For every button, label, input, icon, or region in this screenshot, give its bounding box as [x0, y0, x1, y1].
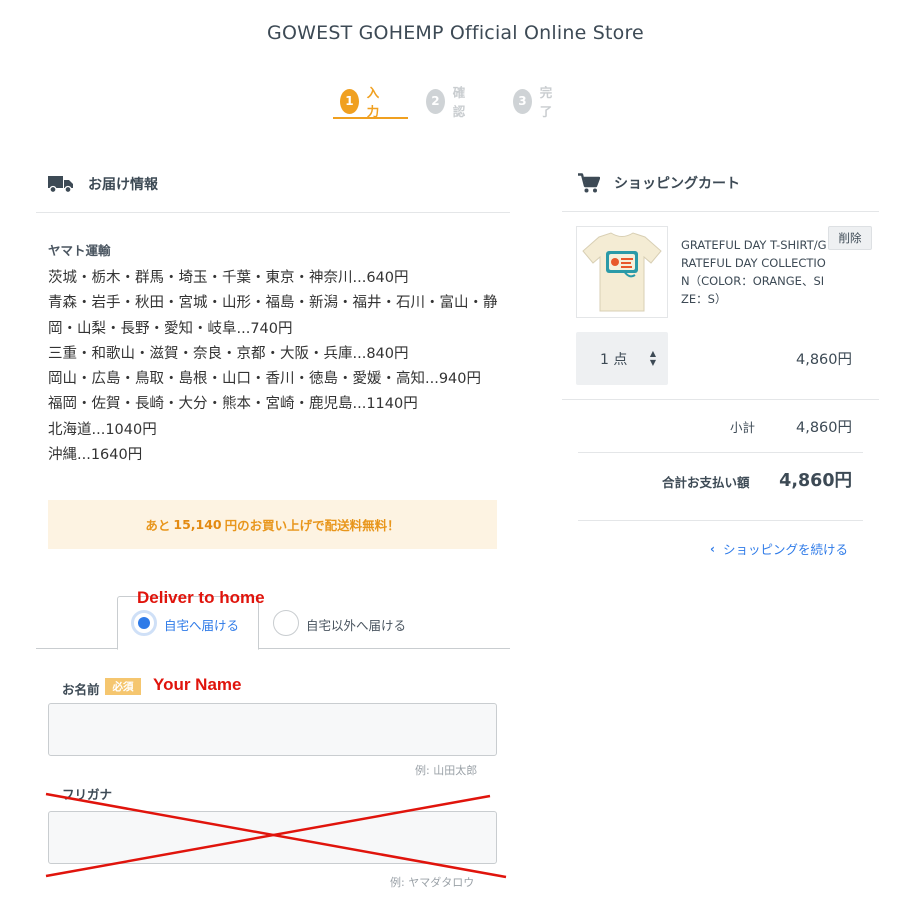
store-title: GOWEST GOHEMP Official Online Store	[267, 22, 644, 44]
tab-deliver-home-label[interactable]: 自宅へ届ける	[164, 615, 239, 634]
annotation-your-name: Your Name	[153, 675, 242, 694]
chevron-left-icon: ‹	[710, 541, 715, 556]
step-complete: 3 完了	[513, 85, 559, 119]
required-badge: 必須	[105, 678, 141, 695]
annotation-deliver-to-home: Deliver to home	[137, 588, 265, 607]
rate-line: 三重・和歌山・滋賀・奈良・京都・大阪・兵庫...840円	[48, 345, 409, 362]
rate-line: 岡山・広島・鳥取・島根・山口・香川・徳島・愛媛・高知...940円	[48, 371, 482, 388]
divider	[36, 212, 510, 213]
product-name[interactable]: GRATEFUL DAY T-SHIRT/GRATEFUL DAY COLLEC…	[681, 236, 831, 308]
step-label: 完了	[539, 85, 553, 119]
rate-line: 沖縄...1640円	[48, 447, 143, 464]
notice-prefix: あと	[145, 518, 171, 533]
cart-icon	[578, 173, 600, 193]
rate-line: 青森・岩手・秋田・宮城・山形・福島・新潟・福井・石川・富山・静岡・山梨・長野・愛…	[48, 295, 498, 337]
shipping-rates: 茨城・栃木・群馬・埼玉・千葉・東京・神奈川...640円 青森・岩手・秋田・宮城…	[48, 266, 498, 468]
rate-line: 北海道...1040円	[48, 421, 157, 438]
notice-amount: 15,140	[173, 517, 222, 532]
total-label: 合計お支払い額	[662, 475, 750, 490]
step-label: 入力	[366, 85, 380, 119]
carrier-name: ヤマト運輸	[48, 243, 111, 258]
free-shipping-notice: あと 15,140 円のお買い上げで配送料無料！	[48, 500, 497, 549]
divider	[578, 452, 863, 453]
continue-shopping-link[interactable]: ‹ ショッピングを続ける	[710, 539, 848, 558]
radio-deliver-home[interactable]	[131, 610, 157, 636]
step-number: 1	[340, 88, 359, 114]
cross-out-mark	[45, 792, 507, 879]
item-price: 4,860円	[795, 352, 852, 368]
step-number: 3	[513, 88, 532, 114]
step-number: 2	[426, 88, 445, 114]
cart-heading: ショッピングカート	[578, 173, 740, 193]
rate-line: 茨城・栃木・群馬・埼玉・千葉・東京・神奈川...640円	[48, 270, 409, 286]
product-thumbnail[interactable]	[576, 226, 668, 318]
name-label: お名前	[62, 682, 100, 697]
subtotal-value: 4,860円	[795, 420, 852, 436]
notice-suffix: 円のお買い上げで配送料無料！	[224, 518, 400, 533]
delivery-info-title: お届け情報	[88, 177, 158, 193]
step-input: 1 入力	[340, 85, 386, 119]
tshirt-image	[582, 232, 662, 312]
name-input[interactable]	[48, 703, 497, 756]
truck-icon	[48, 176, 73, 193]
quantity-value: 1 点	[600, 351, 628, 368]
step-label: 確認	[452, 85, 466, 119]
divider	[562, 211, 879, 212]
active-step-underline	[333, 117, 408, 119]
delete-button[interactable]: 削除	[828, 226, 872, 250]
updown-arrows-icon: ▲ ▼	[649, 349, 656, 367]
tab-bar-line	[36, 648, 510, 649]
name-hint: 例: 山田太郎	[415, 764, 478, 777]
tab-deliver-elsewhere-label[interactable]: 自宅以外へ届ける	[306, 615, 406, 634]
divider	[562, 399, 879, 400]
quantity-selector[interactable]: 1 点 ▲ ▼	[576, 332, 668, 385]
step-confirm: 2 確認	[426, 85, 472, 119]
total-value: 4,860円	[779, 471, 852, 491]
subtotal-label: 小計	[730, 420, 756, 435]
cart-title: ショッピングカート	[614, 176, 740, 192]
continue-shopping-label: ショッピングを続ける	[722, 542, 848, 557]
delivery-info-heading: お届け情報	[48, 174, 158, 194]
rate-line: 福岡・佐賀・長崎・大分・熊本・宮崎・鹿児島...1140円	[48, 396, 418, 413]
radio-deliver-elsewhere[interactable]	[273, 610, 299, 636]
divider	[578, 520, 863, 521]
